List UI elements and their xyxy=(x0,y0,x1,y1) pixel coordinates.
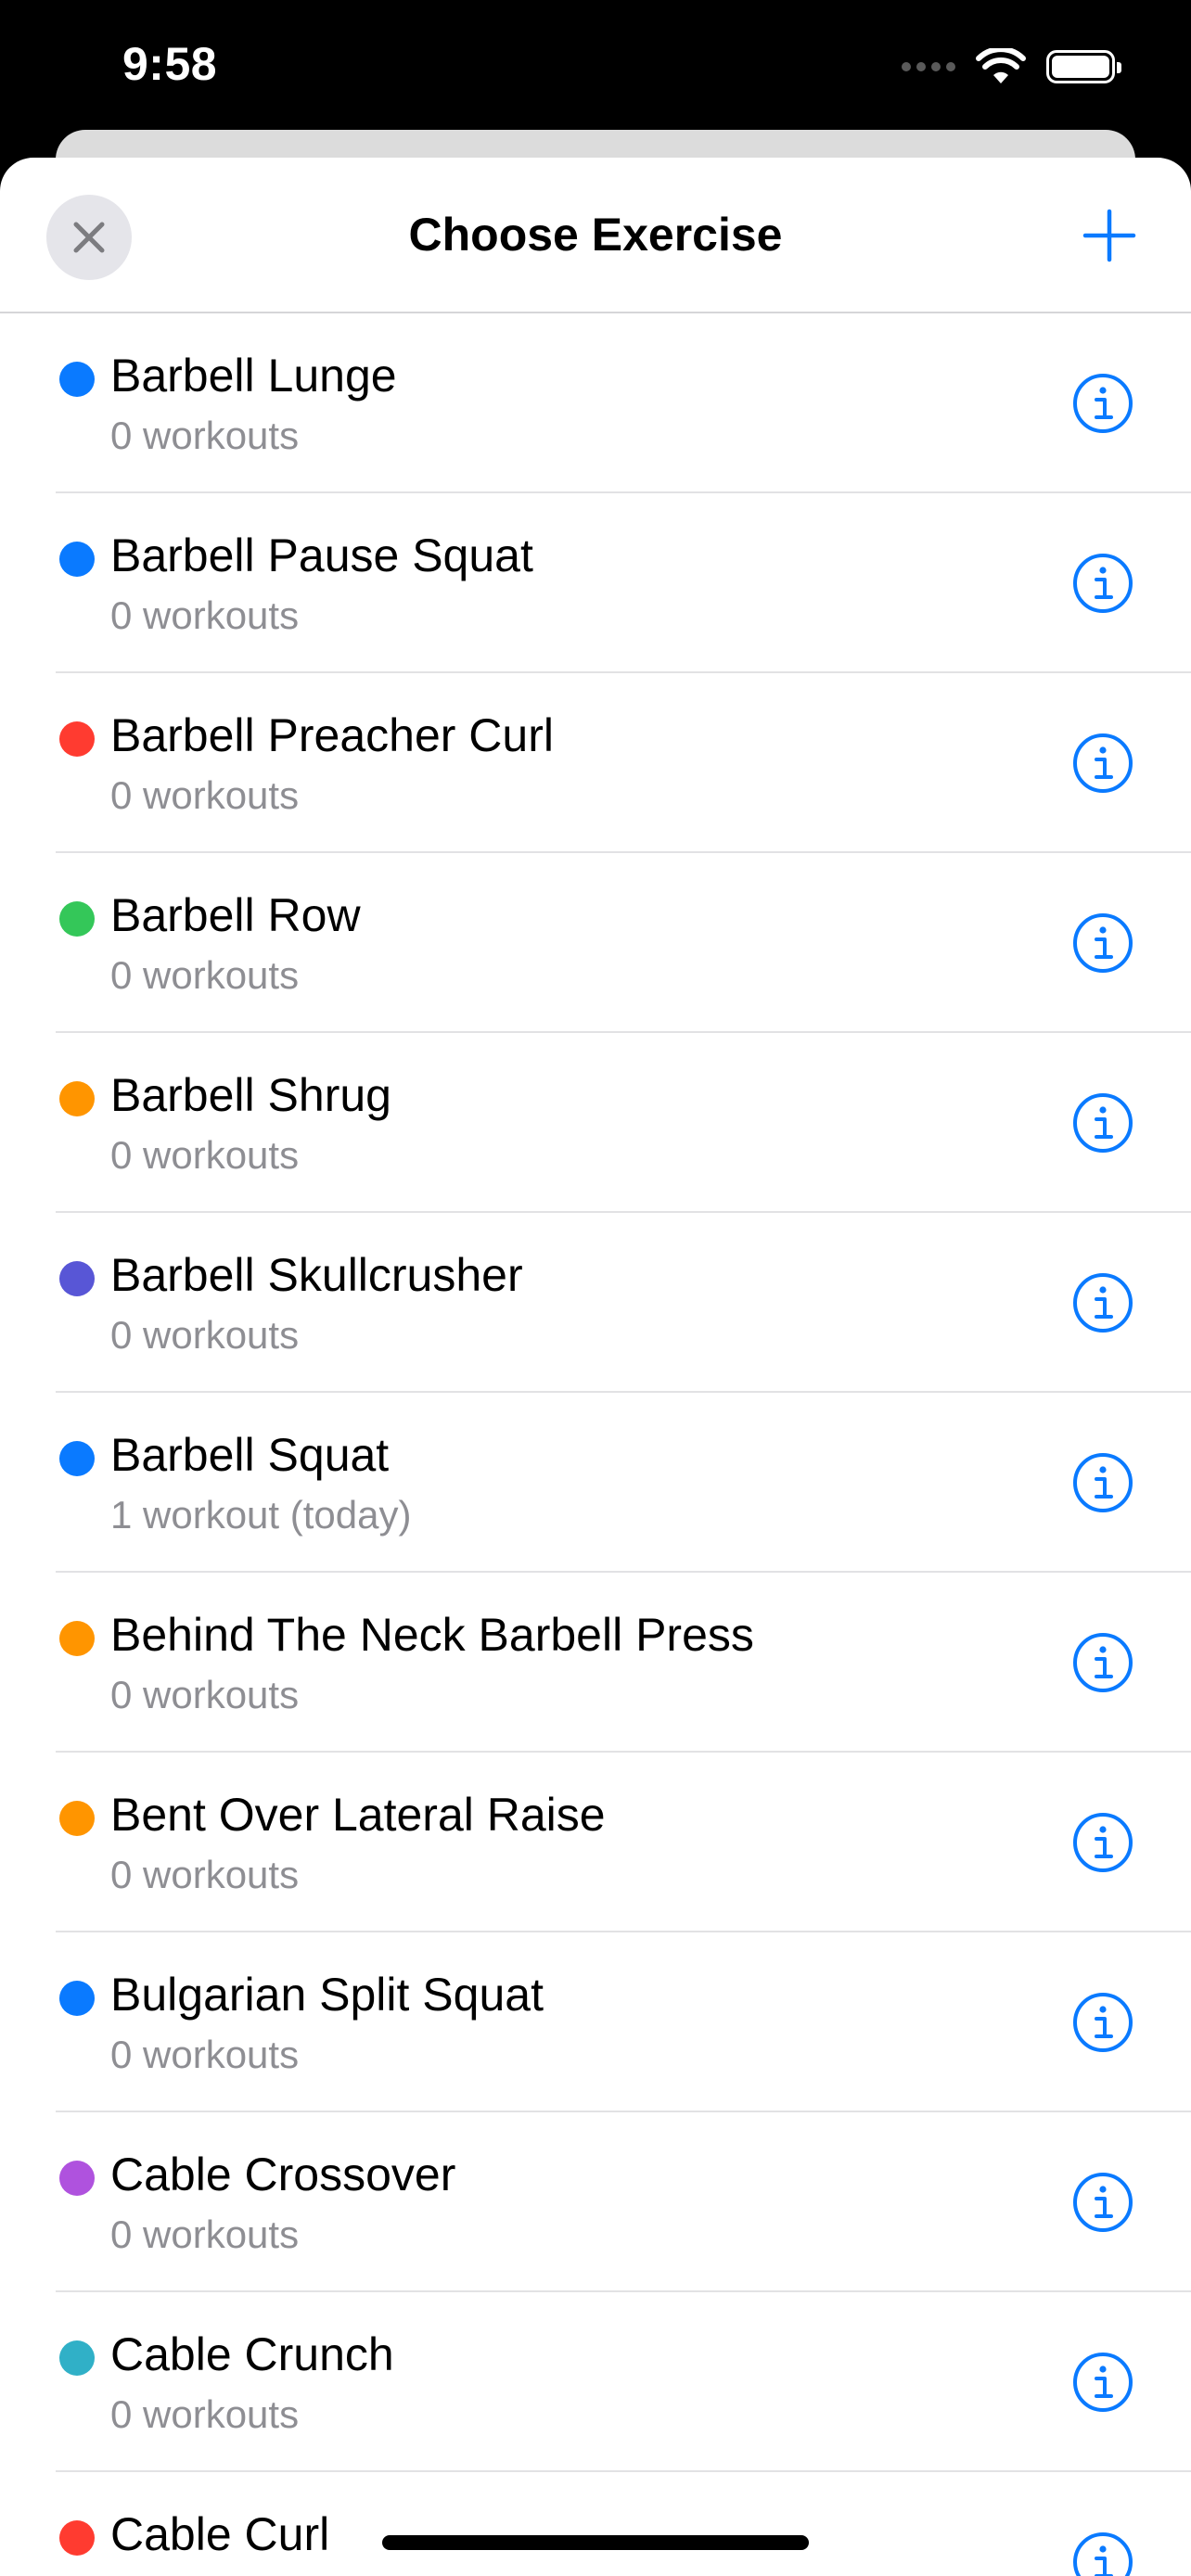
info-icon[interactable] xyxy=(1072,1992,1133,2053)
exercise-workout-count: 1 workout (today) xyxy=(110,1493,412,1537)
exercise-workout-count: 0 workouts xyxy=(110,1673,300,1716)
muscle-group-dot xyxy=(59,542,95,577)
plus-icon xyxy=(1082,209,1136,262)
add-exercise-button[interactable] xyxy=(1080,206,1139,265)
info-icon[interactable] xyxy=(1072,733,1133,794)
exercise-row[interactable]: Barbell Preacher Curl 0 workouts xyxy=(0,673,1191,853)
exercise-name: Cable Crossover xyxy=(110,2149,456,2200)
exercise-name: Barbell Shrug xyxy=(110,1069,391,1121)
muscle-group-dot xyxy=(59,2520,95,2556)
exercise-row[interactable]: Bulgarian Split Squat 0 workouts xyxy=(0,1932,1191,2112)
exercise-name: Bent Over Lateral Raise xyxy=(110,1789,606,1841)
home-indicator xyxy=(382,2535,809,2550)
status-bar: 9:58 xyxy=(0,0,1191,130)
muscle-group-dot xyxy=(59,721,95,757)
exercise-name: Behind The Neck Barbell Press xyxy=(110,1609,754,1661)
exercise-row[interactable]: Barbell Squat 1 workout (today) xyxy=(0,1393,1191,1573)
muscle-group-dot xyxy=(59,2161,95,2196)
muscle-group-dot xyxy=(59,901,95,937)
exercise-row[interactable]: Barbell Row 0 workouts xyxy=(0,853,1191,1033)
exercise-row[interactable]: Cable Crossover 0 workouts xyxy=(0,2112,1191,2292)
info-icon[interactable] xyxy=(1072,553,1133,614)
status-icons xyxy=(902,46,1121,87)
exercise-name: Barbell Pause Squat xyxy=(110,529,533,581)
exercise-name: Cable Curl xyxy=(110,2508,330,2560)
choose-exercise-sheet: Choose Exercise Barbell Lunge 0 workouts B… xyxy=(0,158,1191,2576)
info-icon[interactable] xyxy=(1072,1452,1133,1513)
exercise-workout-count: 0 workouts xyxy=(110,1313,300,1357)
exercise-row[interactable]: Behind The Neck Barbell Press 0 workouts xyxy=(0,1573,1191,1753)
exercise-name: Barbell Squat xyxy=(110,1429,390,1481)
muscle-group-dot xyxy=(59,1981,95,2016)
screen: 9:58 Choose Exercise Barbell Lunge 0 wor… xyxy=(0,0,1191,2576)
muscle-group-dot xyxy=(59,2340,95,2376)
info-icon[interactable] xyxy=(1072,2531,1133,2576)
exercise-workout-count: 0 workouts xyxy=(110,2392,300,2436)
exercise-row[interactable]: Barbell Pause Squat 0 workouts xyxy=(0,493,1191,673)
info-icon[interactable] xyxy=(1072,2172,1133,2233)
exercise-workout-count: 0 workouts xyxy=(110,953,300,997)
exercise-name: Barbell Lunge xyxy=(110,350,397,402)
muscle-group-dot xyxy=(59,362,95,397)
exercise-workout-count: 0 workouts xyxy=(110,593,300,637)
cellular-signal-icon xyxy=(902,62,955,71)
page-title: Choose Exercise xyxy=(408,209,783,261)
exercise-name: Bulgarian Split Squat xyxy=(110,1969,544,2021)
info-icon[interactable] xyxy=(1072,2352,1133,2413)
exercise-row[interactable]: Cable Curl xyxy=(0,2472,1191,2576)
info-icon[interactable] xyxy=(1072,1272,1133,1333)
exercise-workout-count: 0 workouts xyxy=(110,773,300,817)
exercise-name: Barbell Preacher Curl xyxy=(110,709,554,761)
exercise-workout-count: 0 workouts xyxy=(110,2033,300,2076)
muscle-group-dot xyxy=(59,1441,95,1476)
muscle-group-dot xyxy=(59,1621,95,1656)
exercise-row[interactable]: Bent Over Lateral Raise 0 workouts xyxy=(0,1753,1191,1932)
exercise-workout-count: 0 workouts xyxy=(110,1853,300,1896)
info-icon[interactable] xyxy=(1072,1092,1133,1154)
info-icon[interactable] xyxy=(1072,1812,1133,1873)
navigation-bar: Choose Exercise xyxy=(0,158,1191,313)
exercise-name: Barbell Row xyxy=(110,889,361,941)
exercise-row[interactable]: Barbell Shrug 0 workouts xyxy=(0,1033,1191,1213)
exercise-workout-count: 0 workouts xyxy=(110,1133,300,1177)
exercise-row[interactable]: Barbell Skullcrusher 0 workouts xyxy=(0,1213,1191,1393)
info-icon[interactable] xyxy=(1072,1632,1133,1693)
info-icon[interactable] xyxy=(1072,912,1133,974)
status-time: 9:58 xyxy=(122,38,218,90)
exercise-row[interactable]: Barbell Lunge 0 workouts xyxy=(0,313,1191,493)
muscle-group-dot xyxy=(59,1261,95,1296)
muscle-group-dot xyxy=(59,1801,95,1836)
exercise-list: Barbell Lunge 0 workouts Barbell Pause Squ… xyxy=(0,313,1191,2576)
muscle-group-dot xyxy=(59,1081,95,1116)
exercise-name: Cable Crunch xyxy=(110,2328,394,2380)
exercise-row[interactable]: Cable Crunch 0 workouts xyxy=(0,2292,1191,2472)
wifi-icon xyxy=(976,48,1026,83)
battery-icon xyxy=(1046,50,1121,83)
exercise-workout-count: 0 workouts xyxy=(110,2213,300,2256)
exercise-workout-count: 0 workouts xyxy=(110,414,300,457)
exercise-name: Barbell Skullcrusher xyxy=(110,1249,523,1301)
info-icon[interactable] xyxy=(1072,373,1133,434)
